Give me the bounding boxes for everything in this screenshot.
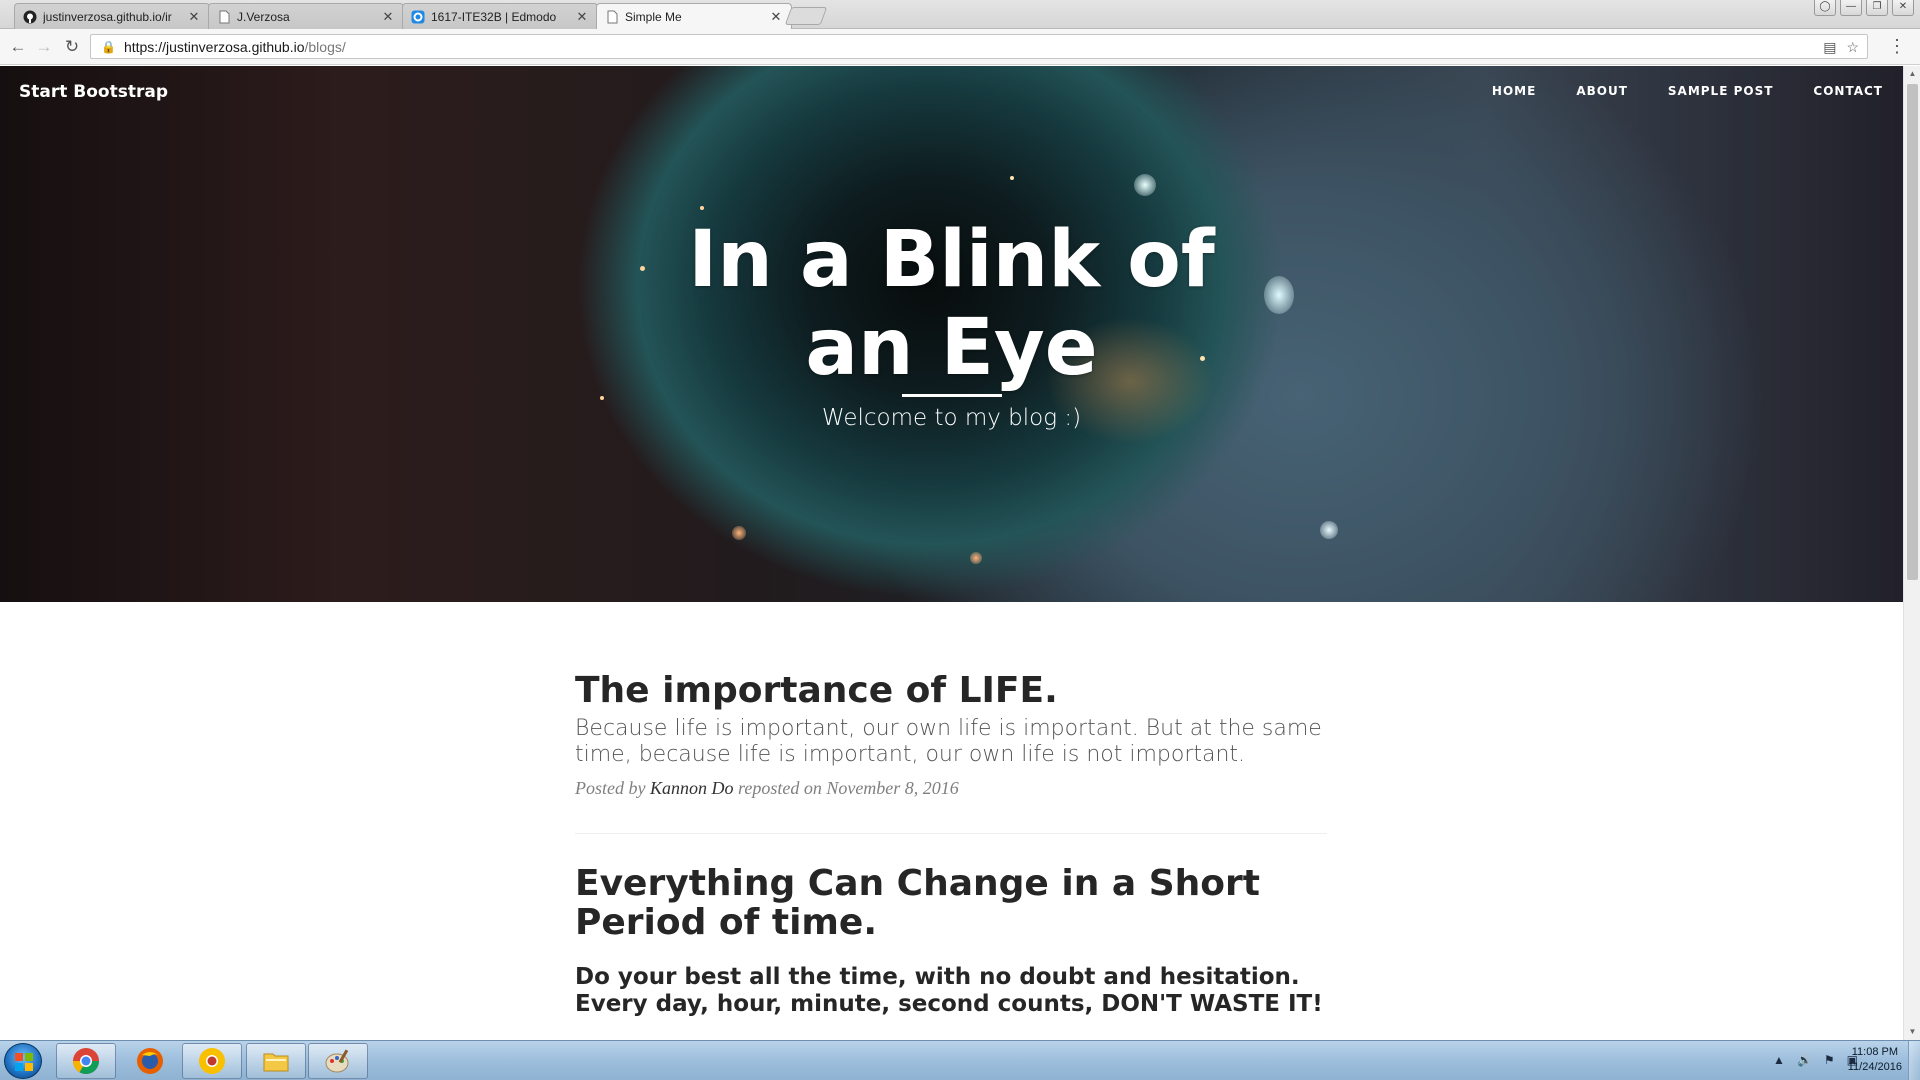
browser-tab-github[interactable]: justinverzosa.github.io/ir ✕ [14, 3, 210, 29]
clock-date: 11/24/2016 [1847, 1061, 1902, 1073]
bookmark-star-icon[interactable]: ☆ [1846, 39, 1859, 56]
site-navbar: HOME ABOUT SAMPLE POST CONTACT [1492, 84, 1883, 98]
hero-sparkle [1010, 176, 1014, 180]
post-meta: Posted by Kannon Do reposted on November… [575, 778, 1327, 799]
page-scrollbar[interactable]: ▲ ▼ [1903, 66, 1920, 1040]
tab-title: Simple Me [625, 10, 682, 24]
firefox-icon [137, 1048, 163, 1074]
hero-sparkle [970, 552, 982, 564]
scrollbar-thumb[interactable] [1907, 84, 1918, 580]
chrome-canary-icon [199, 1048, 225, 1074]
close-tab-icon[interactable]: ✕ [575, 9, 589, 25]
close-tab-icon[interactable]: ✕ [187, 9, 201, 25]
nav-about[interactable]: ABOUT [1576, 84, 1628, 98]
new-tab-button[interactable] [784, 7, 828, 25]
taskbar-clock[interactable]: 11:08 PM 11/24/2016 [1848, 1045, 1902, 1075]
taskbar-paint[interactable] [308, 1043, 368, 1079]
window-controls: ◯ — ❐ ✕ [1814, 0, 1914, 18]
tab-title: 1617-ITE32B | Edmodo [431, 9, 557, 24]
taskbar-chrome-canary[interactable] [182, 1043, 242, 1079]
close-tab-icon[interactable]: ✕ [769, 9, 783, 25]
user-profile-icon[interactable]: ◯ [1814, 0, 1836, 16]
windows-logo-icon [15, 1053, 33, 1071]
tab-title: justinverzosa.github.io/ir [43, 9, 172, 24]
chrome-icon [72, 1048, 100, 1075]
show-desktop-button[interactable] [1908, 1041, 1920, 1080]
hero-sparkle [1134, 174, 1156, 196]
close-tab-icon[interactable]: ✕ [381, 9, 395, 25]
browser-tab-simple-me[interactable]: Simple Me ✕ [596, 3, 792, 30]
lock-icon: 🔒 [101, 39, 116, 54]
file-explorer-icon [263, 1053, 289, 1072]
document-icon [217, 10, 231, 24]
hero-header: Start Bootstrap HOME ABOUT SAMPLE POST C… [0, 66, 1903, 602]
browser-tab-edmodo[interactable]: 1617-ITE32B | Edmodo ✕ [402, 3, 598, 29]
paint-icon [325, 1049, 349, 1073]
start-button[interactable] [4, 1043, 42, 1079]
hero-sparkle [1320, 521, 1338, 539]
reload-icon[interactable]: ↻ [62, 37, 82, 57]
volume-icon[interactable]: 🔊 [1797, 1053, 1812, 1067]
system-tray: ▲ 🔊 ⚑ ▣ [1773, 1053, 1858, 1067]
browser-tab-strip: justinverzosa.github.io/ir ✕ J.Verzosa ✕… [0, 0, 1920, 30]
hero-sparkle [700, 206, 704, 210]
address-bar[interactable]: 🔒 https://justinverzosa.github.io/blogs/… [90, 34, 1868, 59]
nav-sample-post[interactable]: SAMPLE POST [1668, 84, 1774, 98]
hero-sparkle [732, 526, 746, 540]
restore-icon[interactable]: ❐ [1866, 0, 1888, 16]
translate-icon[interactable]: ▤ [1823, 39, 1836, 56]
taskbar-chrome[interactable] [56, 1043, 116, 1079]
nav-contact[interactable]: CONTACT [1813, 84, 1883, 98]
edmodo-icon [411, 10, 425, 24]
page-viewport: Start Bootstrap HOME ABOUT SAMPLE POST C… [0, 66, 1903, 1040]
site-brand-link[interactable]: Start Bootstrap [19, 82, 168, 102]
post-meta-prefix: Posted by [575, 778, 646, 798]
post-author-link[interactable]: Kannon Do [650, 778, 734, 798]
browser-menu-icon[interactable]: ⋮ [1888, 36, 1906, 57]
post-divider [575, 833, 1327, 834]
taskbar-firefox[interactable] [120, 1043, 180, 1079]
forward-icon[interactable]: → [34, 37, 54, 57]
url-path: /blogs/ [304, 38, 346, 55]
minimize-icon[interactable]: — [1840, 0, 1862, 16]
back-icon[interactable]: ← [8, 37, 28, 57]
post-title[interactable]: Everything Can Change in a Short Period … [575, 864, 1327, 942]
close-window-icon[interactable]: ✕ [1892, 0, 1914, 16]
post-list: The importance of LIFE. Because life is … [575, 671, 1327, 1018]
scroll-down-icon[interactable]: ▼ [1904, 1024, 1920, 1040]
post-subtitle[interactable]: Do your best all the time, with no doubt… [575, 964, 1327, 1018]
site-heading: In a Blink of an Eye Welcome to my blog … [0, 216, 1903, 431]
post-meta-date: reposted on November 8, 2016 [738, 778, 959, 798]
post-preview[interactable]: Everything Can Change in a Short Period … [575, 864, 1327, 1018]
post-preview[interactable]: The importance of LIFE. Because life is … [575, 671, 1327, 799]
tab-title: J.Verzosa [237, 9, 290, 24]
show-hidden-icons-icon[interactable]: ▲ [1773, 1053, 1785, 1067]
action-center-flag-icon[interactable]: ⚑ [1824, 1053, 1835, 1067]
page-title: In a Blink of an Eye [688, 215, 1215, 393]
page-subheading: Welcome to my blog :) [821, 405, 1082, 431]
github-icon [23, 10, 37, 24]
post-title[interactable]: The importance of LIFE. [575, 671, 1327, 710]
nav-home[interactable]: HOME [1492, 84, 1536, 98]
clock-time: 11:08 PM [1851, 1046, 1899, 1058]
document-icon [605, 10, 619, 24]
os-taskbar: ▲ 🔊 ⚑ ▣ 11:08 PM 11/24/2016 [0, 1040, 1920, 1080]
browser-tab-jverzosa[interactable]: J.Verzosa ✕ [208, 3, 404, 29]
taskbar-file-explorer[interactable] [246, 1043, 306, 1079]
scroll-up-icon[interactable]: ▲ [1904, 66, 1920, 82]
post-subtitle[interactable]: Because life is important, our own life … [575, 716, 1327, 768]
url-host: https://justinverzosa.github.io [123, 38, 305, 55]
heading-divider [901, 394, 1002, 397]
browser-toolbar: ← → ↻ 🔒 https://justinverzosa.github.io /… [0, 29, 1920, 65]
